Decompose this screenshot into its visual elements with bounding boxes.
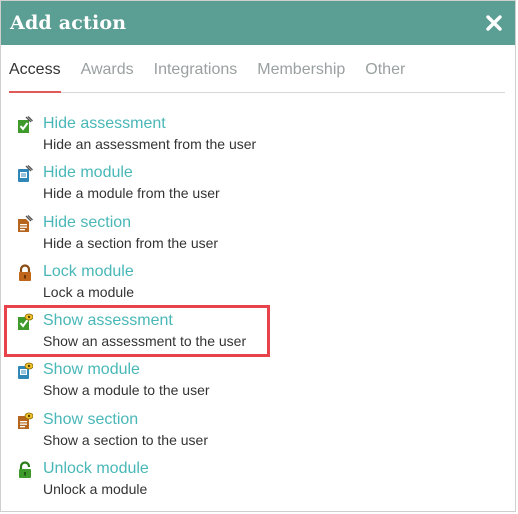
- action-label: Lock module: [43, 262, 134, 280]
- show-section-icon: [17, 412, 34, 430]
- action-unlock-module[interactable]: Unlock module Unlock a module: [1, 459, 515, 508]
- tab-other[interactable]: Other: [365, 59, 405, 92]
- action-label: Unlock module: [43, 460, 149, 478]
- action-label: Show assessment: [43, 312, 173, 330]
- action-description: Hide a module from the user: [43, 185, 220, 202]
- action-show-module[interactable]: Show module Show a module to the user: [1, 360, 515, 409]
- action-description: Show a module to the user: [43, 382, 210, 399]
- dialog-title: Add action: [10, 12, 127, 34]
- dialog-header: Add action: [1, 1, 515, 45]
- lock-icon: [17, 264, 33, 282]
- action-label: Show module: [43, 361, 140, 379]
- tab-integrations[interactable]: Integrations: [154, 59, 238, 92]
- show-assessment-icon: [17, 313, 34, 331]
- action-description: Show an assessment to the user: [43, 333, 247, 350]
- close-icon[interactable]: [483, 12, 505, 34]
- add-action-dialog: Add action Access Awards Integrations Me…: [0, 0, 516, 512]
- unlock-icon: [17, 461, 33, 479]
- tab-membership[interactable]: Membership: [257, 59, 345, 92]
- tab-bar: Access Awards Integrations Membership Ot…: [9, 59, 505, 93]
- action-show-assessment[interactable]: Show assessment Show an assessment to th…: [1, 311, 515, 360]
- action-description: Show a section to the user: [43, 431, 208, 448]
- action-show-section[interactable]: Show section Show a section to the user: [1, 410, 515, 459]
- hide-module-icon: [17, 165, 33, 183]
- hide-section-icon: [17, 214, 33, 233]
- action-hide-module[interactable]: Hide module Hide a module from the user: [1, 163, 515, 212]
- show-module-icon: [17, 362, 34, 380]
- action-list: Hide assessment Hide an assessment from …: [1, 114, 515, 508]
- action-hide-section[interactable]: Hide section Hide a section from the use…: [1, 213, 515, 262]
- hide-assessment-icon: [17, 116, 33, 134]
- action-label: Hide assessment: [43, 115, 166, 132]
- action-label: Hide module: [43, 164, 133, 182]
- action-label: Show section: [43, 410, 139, 428]
- action-lock-module[interactable]: Lock module Lock a module: [1, 262, 515, 311]
- action-description: Hide a section from the user: [43, 234, 219, 251]
- action-description: Unlock a module: [43, 481, 148, 498]
- action-description: Lock a module: [43, 283, 135, 300]
- action-description: Hide an assessment from the user: [43, 136, 257, 152]
- tab-awards[interactable]: Awards: [81, 59, 134, 92]
- action-label: Hide section: [43, 213, 132, 231]
- action-hide-assessment[interactable]: Hide assessment Hide an assessment from …: [1, 114, 515, 163]
- tab-access[interactable]: Access: [9, 59, 61, 93]
